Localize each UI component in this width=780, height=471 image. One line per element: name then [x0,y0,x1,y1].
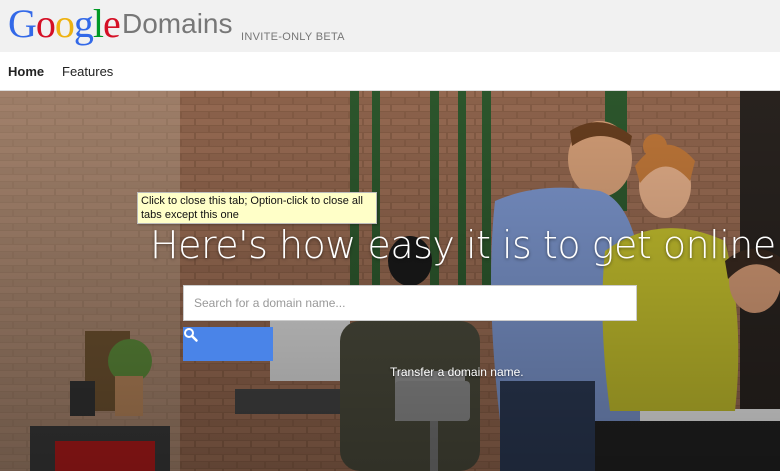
search-button[interactable] [183,327,273,361]
domain-search-input[interactable] [183,285,637,321]
product-name: Domains [122,8,233,39]
hero-headline: Here's how easy it is to get online [150,223,776,267]
nav-home[interactable]: Home [8,64,44,79]
nav-features[interactable]: Features [62,64,113,79]
logo-letter: g [73,1,94,46]
main-nav: Home Features [0,52,780,91]
logo-letter: o [54,1,75,46]
transfer-domain-link[interactable]: Transfer a domain name. [390,365,524,379]
google-logo[interactable]: Google [8,1,121,46]
logo-letter: o [35,1,56,46]
logo-letter: e [103,1,121,46]
site-header: Google Domains INVITE-ONLY BETA [0,0,780,53]
hero-banner: Here's how easy it is to get online Tran… [0,91,780,471]
hero-photo [0,91,780,471]
tab-close-tooltip: Click to close this tab; Option-click to… [137,192,377,224]
logo-letter: G [8,1,37,46]
logo-letter: l [92,1,104,46]
beta-badge: INVITE-ONLY BETA [241,31,345,43]
